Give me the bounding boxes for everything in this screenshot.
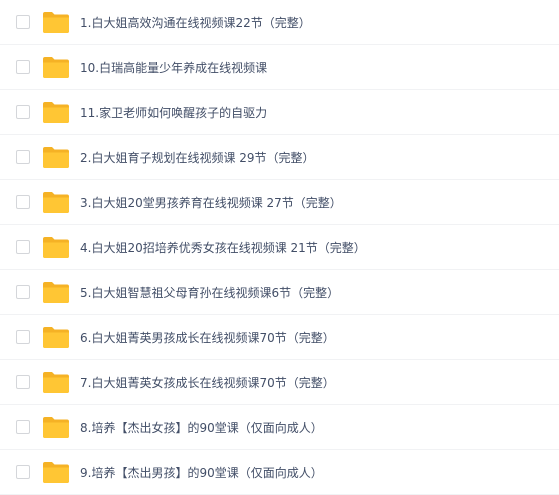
row-checkbox[interactable] <box>16 105 30 119</box>
row-checkbox[interactable] <box>16 195 30 209</box>
folder-icon <box>43 237 69 258</box>
row-checkbox[interactable] <box>16 60 30 74</box>
file-row[interactable]: 4.白大姐20招培养优秀女孩在线视频课 21节（完整） <box>0 225 559 270</box>
file-row[interactable]: 8.培养【杰出女孩】的90堂课（仅面向成人） <box>0 405 559 450</box>
row-checkbox[interactable] <box>16 15 30 29</box>
file-row[interactable]: 3.白大姐20堂男孩养育在线视频课 27节（完整） <box>0 180 559 225</box>
row-checkbox[interactable] <box>16 420 30 434</box>
file-name[interactable]: 3.白大姐20堂男孩养育在线视频课 27节（完整） <box>80 194 342 211</box>
file-row[interactable]: 1.白大姐高效沟通在线视频课22节（完整） <box>0 0 559 45</box>
file-name[interactable]: 7.白大姐菁英女孩成长在线视频课70节（完整） <box>80 374 335 391</box>
file-row[interactable]: 11.家卫老师如何唤醒孩子的自驱力 <box>0 90 559 135</box>
folder-icon <box>43 372 69 393</box>
file-name[interactable]: 6.白大姐菁英男孩成长在线视频课70节（完整） <box>80 329 335 346</box>
row-checkbox[interactable] <box>16 465 30 479</box>
folder-icon <box>43 327 69 348</box>
file-name[interactable]: 9.培养【杰出男孩】的90堂课（仅面向成人） <box>80 464 323 481</box>
file-row[interactable]: 7.白大姐菁英女孩成长在线视频课70节（完整） <box>0 360 559 405</box>
file-list: 1.白大姐高效沟通在线视频课22节（完整） 10.白瑞高能量少年养成在线视频课 … <box>0 0 559 495</box>
row-checkbox[interactable] <box>16 150 30 164</box>
file-name[interactable]: 4.白大姐20招培养优秀女孩在线视频课 21节（完整） <box>80 239 366 256</box>
file-row[interactable]: 6.白大姐菁英男孩成长在线视频课70节（完整） <box>0 315 559 360</box>
folder-icon <box>43 192 69 213</box>
folder-icon <box>43 57 69 78</box>
file-name[interactable]: 8.培养【杰出女孩】的90堂课（仅面向成人） <box>80 419 323 436</box>
file-row[interactable]: 10.白瑞高能量少年养成在线视频课 <box>0 45 559 90</box>
folder-icon <box>43 417 69 438</box>
file-row[interactable]: 9.培养【杰出男孩】的90堂课（仅面向成人） <box>0 450 559 495</box>
file-name[interactable]: 10.白瑞高能量少年养成在线视频课 <box>80 59 267 76</box>
file-row[interactable]: 5.白大姐智慧祖父母育孙在线视频课6节（完整） <box>0 270 559 315</box>
row-checkbox[interactable] <box>16 330 30 344</box>
row-checkbox[interactable] <box>16 285 30 299</box>
file-row[interactable]: 2.白大姐育子规划在线视频课 29节（完整） <box>0 135 559 180</box>
folder-icon <box>43 102 69 123</box>
folder-icon <box>43 12 69 33</box>
file-name[interactable]: 2.白大姐育子规划在线视频课 29节（完整） <box>80 149 315 166</box>
folder-icon <box>43 462 69 483</box>
folder-icon <box>43 147 69 168</box>
file-name[interactable]: 1.白大姐高效沟通在线视频课22节（完整） <box>80 14 311 31</box>
row-checkbox[interactable] <box>16 375 30 389</box>
file-name[interactable]: 5.白大姐智慧祖父母育孙在线视频课6节（完整） <box>80 284 339 301</box>
folder-icon <box>43 282 69 303</box>
row-checkbox[interactable] <box>16 240 30 254</box>
file-name[interactable]: 11.家卫老师如何唤醒孩子的自驱力 <box>80 104 267 121</box>
